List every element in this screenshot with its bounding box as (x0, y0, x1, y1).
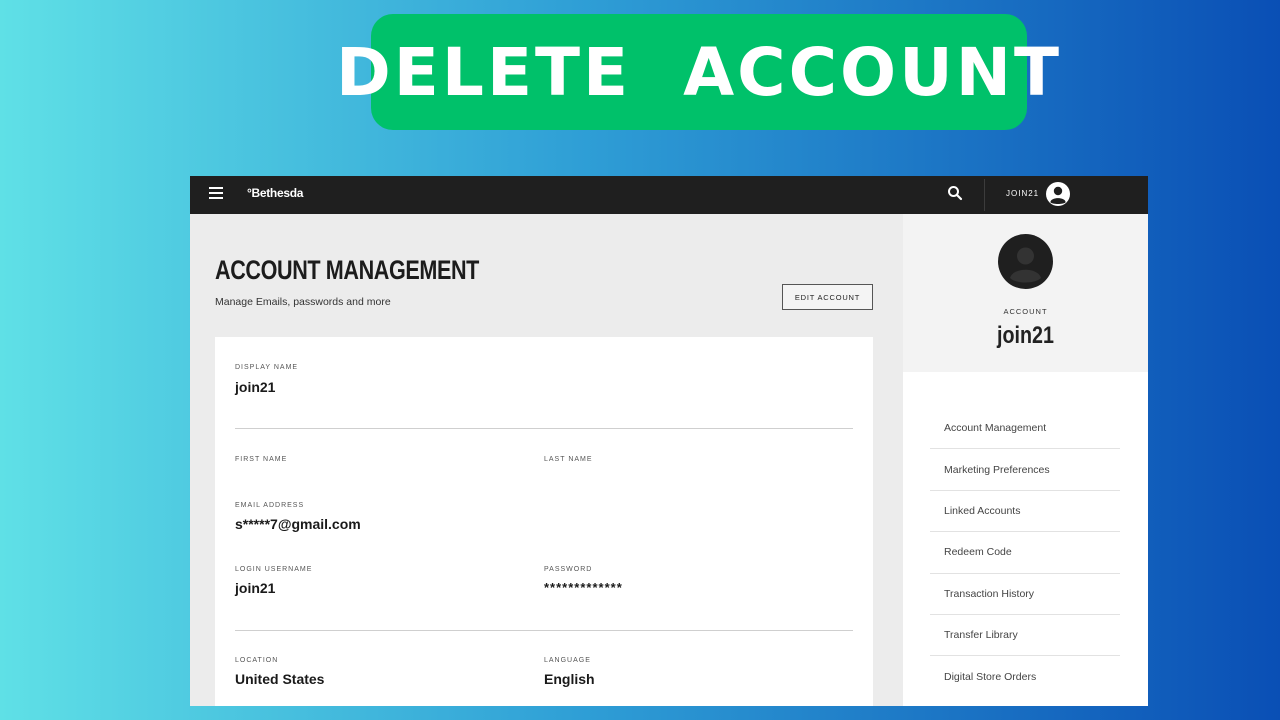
menu-icon[interactable] (209, 187, 223, 199)
login-username-label: LOGIN USERNAME (235, 566, 313, 573)
edit-account-button[interactable]: EDIT ACCOUNT (782, 284, 873, 310)
banner-title: DELETE ACCOUNT (336, 33, 1062, 111)
sidebar-item-transfer-library[interactable]: Transfer Library (930, 615, 1120, 657)
password-value: ************* (544, 580, 623, 595)
sidebar-item-redeem-code[interactable]: Redeem Code (930, 532, 1120, 574)
account-details-card: DISPLAY NAME join21 FIRST NAME LAST NAME… (215, 337, 873, 706)
delete-account-banner: DELETE ACCOUNT (336, 14, 1059, 130)
search-icon[interactable] (947, 185, 963, 201)
sidebar-item-digital-store-orders[interactable]: Digital Store Orders (930, 656, 1120, 697)
account-sidebar: ACCOUNT join21 Account Management Market… (903, 214, 1148, 706)
account-label: ACCOUNT (1003, 307, 1048, 316)
page-subtitle: Manage Emails, passwords and more (215, 296, 391, 308)
display-name-label: DISPLAY NAME (235, 364, 299, 371)
email-value: s*****7@gmail.com (235, 516, 361, 532)
display-name-value: join21 (235, 379, 276, 395)
location-value: United States (235, 671, 325, 687)
email-label: EMAIL ADDRESS (235, 502, 305, 509)
first-name-label: FIRST NAME (235, 456, 288, 463)
sidebar-item-linked-accounts[interactable]: Linked Accounts (930, 491, 1120, 533)
profile-avatar-icon (998, 234, 1053, 289)
sidebar-item-marketing-preferences[interactable]: Marketing Preferences (930, 449, 1120, 491)
divider (235, 428, 853, 429)
page-title: ACCOUNT MANAGEMENT (215, 255, 479, 285)
language-value: English (544, 671, 595, 687)
sidebar-menu: Account Management Marketing Preferences… (930, 408, 1120, 698)
topbar-divider (984, 179, 985, 211)
language-label: LANGUAGE (544, 657, 591, 664)
account-name: join21 (997, 322, 1054, 349)
topbar-username[interactable]: JOIN21 (1006, 189, 1039, 198)
sidebar-profile-header: ACCOUNT join21 (903, 214, 1148, 372)
last-name-label: LAST NAME (544, 456, 593, 463)
bethesda-logo[interactable]: °Bethesda (247, 186, 303, 200)
password-label: PASSWORD (544, 566, 593, 573)
location-label: LOCATION (235, 657, 279, 664)
user-avatar-icon[interactable] (1046, 182, 1070, 206)
sidebar-item-account-management[interactable]: Account Management (930, 408, 1120, 450)
login-username-value: join21 (235, 580, 276, 596)
top-navigation-bar: °Bethesda JOIN21 (190, 176, 1148, 214)
sidebar-item-transaction-history[interactable]: Transaction History (930, 574, 1120, 615)
account-main-panel: ACCOUNT MANAGEMENT Manage Emails, passwo… (190, 214, 903, 706)
divider (235, 630, 853, 631)
bethesda-account-window: °Bethesda JOIN21 ACCOUNT MANAGEMENT Mana… (190, 176, 1148, 706)
